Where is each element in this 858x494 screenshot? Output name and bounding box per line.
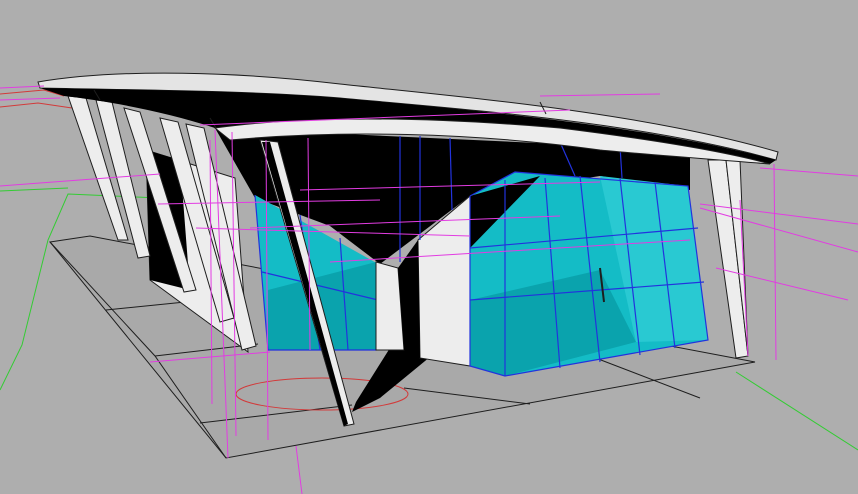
3d-viewport[interactable] [0,0,858,494]
